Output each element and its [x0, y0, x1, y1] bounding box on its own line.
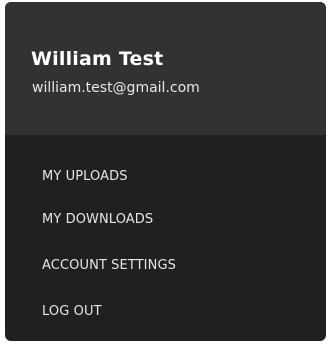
menu-item-label: LOG OUT: [42, 304, 102, 319]
menu-item-label: ACCOUNT SETTINGS: [42, 258, 176, 273]
menu-item-label: MY UPLOADS: [42, 169, 128, 184]
menu-item-account-settings[interactable]: ACCOUNT SETTINGS: [5, 250, 326, 284]
user-email: william.test@gmail.com: [32, 80, 200, 96]
menu-item-log-out[interactable]: LOG OUT: [5, 296, 326, 330]
user-name: William Test: [31, 48, 164, 70]
menu-item-label: MY DOWNLOADS: [42, 212, 154, 227]
user-profile-header: William Test william.test@gmail.com: [5, 2, 326, 135]
menu-item-my-uploads[interactable]: MY UPLOADS: [5, 161, 326, 195]
user-menu-panel: William Test william.test@gmail.com MY U…: [5, 2, 326, 341]
menu-item-my-downloads[interactable]: MY DOWNLOADS: [5, 204, 326, 238]
